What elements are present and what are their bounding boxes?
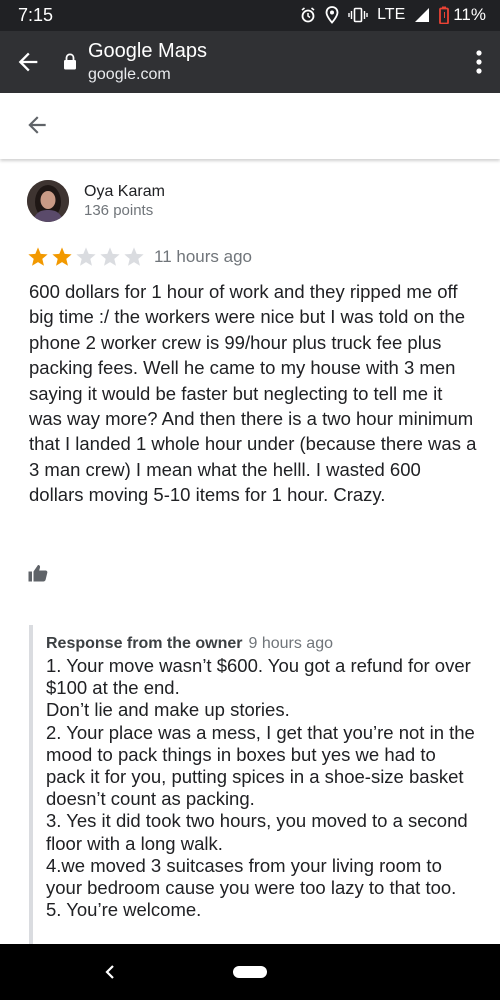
battery-icon (439, 6, 450, 24)
status-bar: 7:15 LTE 11% (0, 0, 500, 31)
battery: 11% (439, 5, 486, 25)
owner-response-header: Response from the owner 9 hours ago (46, 635, 479, 653)
nav-back-icon[interactable] (103, 964, 117, 980)
status-icons: LTE 11% (300, 5, 486, 25)
battery-level: 11% (453, 5, 486, 24)
avatar-image (27, 180, 69, 222)
arrow-back-icon[interactable] (24, 112, 50, 138)
star-rating (27, 246, 145, 268)
avatar[interactable] (27, 180, 69, 222)
star-icon (28, 247, 48, 266)
lock-icon (64, 53, 76, 70)
star-icon (52, 247, 72, 266)
review-time: 11 hours ago (154, 247, 252, 266)
more-vert-icon[interactable] (476, 50, 482, 74)
owner-response-time: 9 hours ago (248, 635, 333, 652)
browser-title: Google Maps (88, 40, 207, 62)
page-header (0, 93, 500, 159)
thumbs-up-icon[interactable] (28, 564, 48, 582)
browser-url[interactable]: google.com (88, 66, 171, 84)
star-icon (100, 247, 120, 266)
review-text: 600 dollars for 1 hour of work and they … (29, 281, 477, 506)
status-time: 7:15 (18, 5, 54, 25)
browser-toolbar: Google Maps google.com (0, 31, 500, 93)
vibrate-icon (348, 7, 368, 23)
network-label: LTE (377, 6, 406, 23)
author-points: 136 points (84, 202, 154, 219)
signal-icon (415, 8, 430, 22)
location-icon (325, 6, 339, 24)
owner-response-text: 1. Your move wasn’t $600. You got a refu… (46, 655, 475, 921)
arrow-back-icon[interactable] (14, 48, 42, 76)
author-name[interactable]: Oya Karam (84, 183, 165, 201)
star-icon (76, 247, 96, 266)
owner-response-label: Response from the owner (46, 635, 243, 652)
owner-response: Response from the owner 9 hours ago 1. Yo… (29, 625, 479, 945)
star-icon (124, 247, 144, 266)
alarm-icon (301, 7, 315, 23)
nav-home-icon[interactable] (233, 966, 267, 978)
